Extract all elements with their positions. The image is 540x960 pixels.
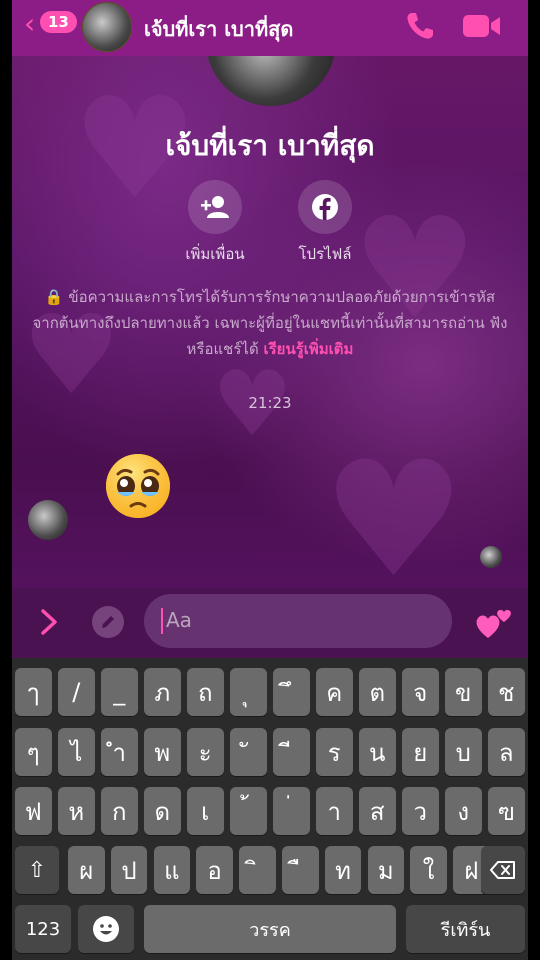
profile-label: โปรไฟล์	[298, 245, 352, 263]
key-row2-5[interactable]: ั	[230, 728, 267, 776]
unread-count-badge[interactable]: 13	[40, 11, 77, 33]
add-friend-button[interactable]: เพิ่มเพื่อน	[160, 180, 270, 266]
chevron-right-icon[interactable]	[38, 608, 60, 636]
key-row2-8[interactable]: น	[359, 728, 396, 776]
video-camera-icon[interactable]	[462, 12, 502, 40]
sender-avatar[interactable]	[28, 500, 68, 540]
key-row2-7[interactable]: ร	[316, 728, 353, 776]
thai-keyboard: ๅ/_ภถุึคตจขชๆไำพะัีรนยบลฟหกดเ้่าสวงฃ ⇧ ผปแ…	[12, 658, 528, 960]
key-row1-11[interactable]: ช	[488, 668, 525, 716]
key-row3-9[interactable]: ว	[402, 787, 439, 835]
key-row3-8[interactable]: ส	[359, 787, 396, 835]
profile-name: เจ้บที่เรา เบาที่สุด	[165, 129, 375, 162]
key-row3-11[interactable]: ฃ	[488, 787, 525, 835]
chat-header: ‹ 13 เจ้บที่เรา เบาที่สุด	[12, 0, 528, 56]
key-row4-7[interactable]: ม	[367, 846, 405, 894]
message-composer: Aa	[12, 588, 528, 658]
key-row1-2[interactable]: _	[101, 668, 138, 716]
key-row2-1[interactable]: ไ	[58, 728, 95, 776]
facebook-icon	[298, 180, 352, 234]
key-row1-3[interactable]: ภ	[144, 668, 181, 716]
pleading-face-emoji-message[interactable]	[104, 452, 172, 520]
profile-button[interactable]: โปรไฟล์	[270, 180, 380, 266]
key-row1-4[interactable]: ถ	[187, 668, 224, 716]
key-row4-5[interactable]: ื	[282, 846, 319, 894]
back-chevron-icon[interactable]: ‹	[24, 10, 35, 38]
message-input[interactable]: Aa	[144, 594, 452, 648]
key-row2-6[interactable]: ี	[273, 728, 310, 776]
key-row4-8[interactable]: ใ	[410, 846, 447, 894]
space-key[interactable]: วรรค	[144, 905, 396, 953]
key-row4-2[interactable]: แ	[153, 846, 191, 894]
key-row1-5[interactable]: ุ	[230, 668, 267, 716]
key-row3-3[interactable]: ด	[144, 787, 181, 835]
numbers-key[interactable]: 123	[15, 905, 71, 953]
key-row3-4[interactable]: เ	[187, 787, 224, 835]
key-row3-5[interactable]: ้	[230, 787, 267, 835]
key-row4-3[interactable]: อ	[196, 846, 233, 894]
emoji-face-icon	[93, 916, 119, 942]
learn-more-link[interactable]: เรียนรู้เพิ่มเติม	[263, 340, 353, 358]
key-row2-10[interactable]: บ	[445, 728, 482, 776]
key-row1-6[interactable]: ึ	[273, 668, 310, 716]
encryption-notice: 🔒 ข้อความและการโทรได้รับการรักษาความปลอด…	[32, 284, 508, 362]
backspace-icon	[490, 861, 515, 879]
read-receipt-avatar	[480, 546, 502, 568]
message-input-placeholder: Aa	[166, 608, 192, 632]
key-row3-6[interactable]: ่	[273, 787, 310, 835]
key-row2-11[interactable]: ล	[488, 728, 525, 776]
key-row1-8[interactable]: ต	[359, 668, 396, 716]
key-row4-4[interactable]: ิ	[239, 846, 276, 894]
key-row2-4[interactable]: ะ	[187, 728, 224, 776]
key-row1-9[interactable]: จ	[402, 668, 439, 716]
contact-name[interactable]: เจ้บที่เรา เบาที่สุด	[144, 13, 293, 45]
key-row2-0[interactable]: ๆ	[15, 728, 52, 776]
key-row1-7[interactable]: ค	[316, 668, 353, 716]
key-row3-10[interactable]: ง	[445, 787, 482, 835]
key-row2-3[interactable]: พ	[144, 728, 181, 776]
key-row1-10[interactable]: ข	[445, 668, 482, 716]
key-row3-7[interactable]: า	[316, 787, 353, 835]
shift-key[interactable]: ⇧	[15, 846, 59, 894]
key-row4-0[interactable]: ผ	[68, 846, 105, 894]
key-row3-1[interactable]: ห	[58, 787, 95, 835]
add-friend-label: เพิ่มเพื่อน	[185, 245, 245, 263]
text-caret	[161, 608, 163, 634]
contact-avatar[interactable]	[82, 2, 132, 52]
shift-arrow-icon: ⇧	[27, 857, 47, 883]
return-key[interactable]: รีเทิร์น	[406, 905, 525, 953]
delete-key[interactable]	[481, 846, 525, 894]
chat-screen: ♥ ♥ ♥ ♥ ♥ เจ้บที่เรา เบาที่สุด เพิ่มเพื่…	[12, 0, 528, 960]
pen-icon[interactable]	[92, 606, 124, 638]
key-row1-0[interactable]: ๅ	[15, 668, 52, 716]
key-row2-9[interactable]: ย	[402, 728, 439, 776]
key-row3-0[interactable]: ฟ	[15, 787, 52, 835]
add-person-icon	[188, 180, 242, 234]
key-row2-2[interactable]: ำ	[101, 728, 138, 776]
phone-icon[interactable]	[404, 10, 436, 42]
emoji-keyboard-key[interactable]	[78, 905, 134, 953]
key-row1-1[interactable]: /	[58, 668, 95, 716]
key-row4-6[interactable]: ท	[324, 846, 362, 894]
key-row4-1[interactable]: ป	[110, 846, 148, 894]
heart-decoration: ♥	[322, 426, 466, 613]
key-row3-2[interactable]: ก	[101, 787, 138, 835]
hearts-reaction-icon[interactable]	[474, 604, 514, 640]
lock-icon: 🔒	[44, 288, 64, 306]
message-timestamp: 21:23	[248, 394, 292, 412]
